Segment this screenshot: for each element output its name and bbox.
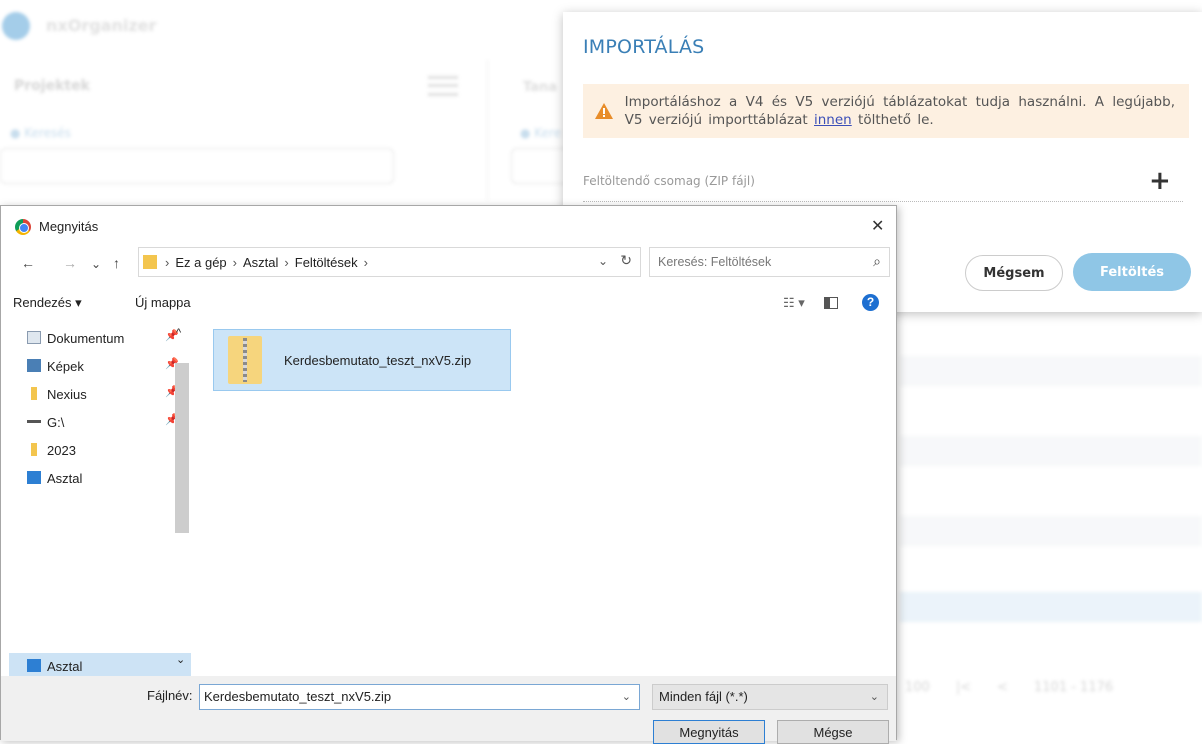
- new-folder-button[interactable]: Új mappa: [135, 295, 191, 310]
- network-drive-icon: [27, 415, 41, 423]
- address-bar[interactable]: › Ez a gép › Asztal › Feltöltések › ⌄ ↻: [138, 247, 641, 277]
- prev-page-button[interactable]: <: [997, 680, 1008, 695]
- pictures-icon: [27, 359, 41, 372]
- projects-title: Projektek: [14, 78, 90, 94]
- desktop-icon: [27, 659, 41, 672]
- document-icon: [27, 331, 41, 344]
- dialog-footer: Fájlnév: Kerdesbemutato_teszt_nxV5.zip ⌄…: [1, 676, 896, 744]
- plus-icon[interactable]: +: [1149, 168, 1171, 194]
- folder-icon: [143, 255, 157, 269]
- package-label: Feltöltendő csomag (ZIP fájl): [583, 174, 755, 188]
- up-arrow-icon[interactable]: ↑: [113, 255, 120, 271]
- filename-label: Fájlnév:: [147, 688, 193, 703]
- close-icon[interactable]: ✕: [871, 216, 884, 236]
- dialog-titlebar: Megnyitás ✕: [1, 206, 896, 246]
- preview-pane-icon[interactable]: [824, 297, 838, 309]
- modal-title: IMPORTÁLÁS: [583, 36, 705, 58]
- search-input[interactable]: Keresés: Feltöltések ⌕: [649, 247, 890, 277]
- recent-locations-icon[interactable]: ⌄: [91, 257, 101, 271]
- sidebar-item-documents[interactable]: Dokumentum 📌: [27, 327, 179, 349]
- folder-icon: [31, 387, 37, 400]
- scroll-up-icon[interactable]: ^: [176, 327, 181, 339]
- sidebar-item-g-drive[interactable]: G:\ 📌: [27, 411, 179, 433]
- second-search-input[interactable]: [511, 148, 571, 184]
- dialog-title: Megnyitás: [39, 219, 99, 234]
- breadcrumb-item[interactable]: Feltöltések: [295, 255, 358, 270]
- filetype-select[interactable]: Minden fájl (*.*) ⌄: [652, 684, 888, 710]
- chevron-down-icon: ⌄: [869, 691, 879, 703]
- zip-folder-icon: [228, 336, 262, 384]
- sidebar-item-desktop[interactable]: Asztal: [27, 467, 82, 489]
- sidebar-item-nexius[interactable]: Nexius 📌: [31, 383, 179, 405]
- open-button[interactable]: Megnyitás: [653, 720, 765, 744]
- app-logo-icon: [2, 12, 30, 40]
- divider: [583, 201, 1183, 202]
- search-icon: ⌕: [873, 253, 881, 269]
- search-label: ● Keresés: [10, 126, 71, 140]
- menu-icon[interactable]: [428, 76, 458, 96]
- page-range: 1101 - 1176: [1034, 680, 1114, 695]
- first-page-button[interactable]: |<: [956, 680, 971, 695]
- second-panel-title: Tana: [523, 80, 557, 95]
- alert-text: Importáláshoz a V4 és V5 verziójú tábláz…: [624, 94, 1175, 128]
- page-size-select[interactable]: 100: [905, 680, 930, 695]
- second-search-label: ● Kere: [520, 126, 562, 140]
- table-row: [900, 516, 1202, 546]
- sidebar-item-pictures[interactable]: Képek 📌: [27, 355, 179, 377]
- refresh-icon[interactable]: ↻: [620, 252, 632, 269]
- info-alert: Importáláshoz a V4 és V5 verziójú tábláz…: [583, 84, 1189, 138]
- open-file-dialog: Megnyitás ✕ ← → ⌄ ↑ › Ez a gép › Asztal …: [0, 205, 897, 744]
- desktop-icon: [27, 471, 41, 484]
- sidebar-item-2023[interactable]: 2023: [31, 439, 76, 461]
- filename-input[interactable]: Kerdesbemutato_teszt_nxV5.zip ⌄: [199, 684, 640, 710]
- file-item[interactable]: Kerdesbemutato_teszt_nxV5.zip: [213, 329, 511, 391]
- upload-button[interactable]: Feltöltés: [1073, 253, 1191, 291]
- chrome-icon: [15, 219, 31, 235]
- table-row: [900, 592, 1202, 622]
- download-link[interactable]: innen: [814, 112, 852, 128]
- sidebar-scrollbar[interactable]: [175, 363, 189, 533]
- warning-icon: [583, 103, 625, 119]
- breadcrumb-item[interactable]: Ez a gép: [175, 255, 226, 270]
- breadcrumb-item[interactable]: Asztal: [243, 255, 278, 270]
- dialog-cancel-button[interactable]: Mégse: [777, 720, 889, 744]
- sidebar-item-desktop-selected[interactable]: Asztal: [27, 655, 82, 677]
- cancel-button[interactable]: Mégsem: [965, 255, 1063, 291]
- forward-arrow-icon[interactable]: →: [63, 255, 77, 271]
- navigation-pane: Dokumentum 📌 Képek 📌 Nexius 📌 G:\ 📌 2023…: [9, 323, 191, 677]
- divider: [487, 60, 488, 200]
- table-row: [900, 356, 1202, 386]
- app-brand: nxOrganizer: [46, 16, 157, 35]
- scroll-down-icon[interactable]: ⌄: [176, 653, 185, 666]
- chevron-down-icon[interactable]: ⌄: [622, 690, 631, 703]
- table-row: [900, 436, 1202, 466]
- organize-button[interactable]: Rendezés ▾: [13, 295, 82, 311]
- help-icon[interactable]: ?: [862, 294, 879, 311]
- dialog-toolbar: Rendezés ▾ Új mappa ☷ ▾ ?: [1, 288, 896, 318]
- folder-icon: [31, 443, 37, 456]
- file-name: Kerdesbemutato_teszt_nxV5.zip: [284, 352, 472, 368]
- back-arrow-icon[interactable]: ←: [21, 255, 35, 271]
- chevron-down-icon[interactable]: ⌄: [598, 254, 608, 268]
- pager: 100 |< < 1101 - 1176: [905, 680, 1113, 695]
- search-input[interactable]: [0, 148, 394, 184]
- view-options-icon[interactable]: ☷ ▾: [783, 295, 805, 311]
